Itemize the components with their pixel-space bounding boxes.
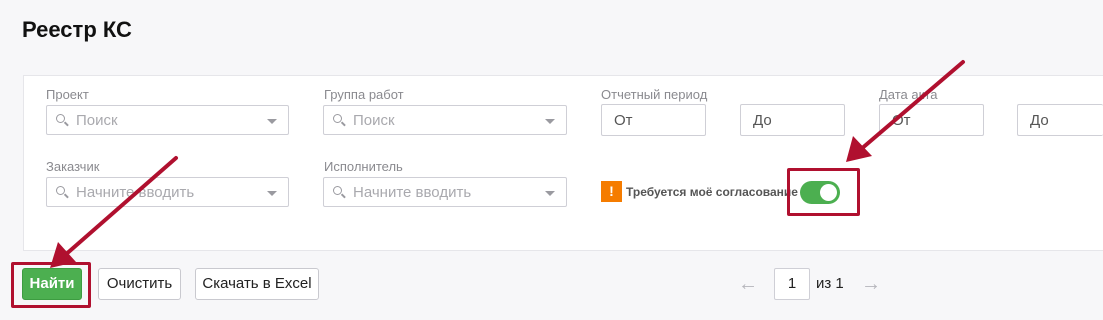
chevron-down-icon — [545, 119, 555, 124]
approval-toggle-label: Требуется моё согласование — [626, 185, 798, 199]
chevron-down-icon — [267, 119, 277, 124]
act-date-to-placeholder: До — [1030, 112, 1049, 129]
customer-select[interactable]: Начните вводить — [46, 177, 289, 207]
report-period-to-placeholder: До — [753, 112, 772, 129]
search-icon — [56, 114, 65, 123]
chevron-down-icon — [545, 191, 555, 196]
act-date-from-placeholder: От — [892, 112, 911, 129]
work-group-label: Группа работ — [324, 87, 404, 102]
report-period-to-input[interactable]: До — [740, 104, 845, 136]
project-placeholder: Поиск — [76, 112, 118, 129]
next-page-arrow-icon[interactable]: → — [861, 273, 881, 296]
toggle-knob — [820, 184, 837, 201]
approval-toggle[interactable] — [800, 181, 840, 204]
contractor-select[interactable]: Начните вводить — [323, 177, 567, 207]
prev-page-arrow-icon[interactable]: ← — [738, 273, 758, 296]
report-period-from-input[interactable]: От — [601, 104, 706, 136]
customer-label: Заказчик — [46, 159, 100, 174]
contractor-label: Исполнитель — [324, 159, 403, 174]
search-icon — [333, 186, 342, 195]
act-date-label: Дата акта — [879, 87, 938, 102]
find-button[interactable]: Найти — [22, 268, 82, 300]
work-group-placeholder: Поиск — [353, 112, 395, 129]
search-icon — [56, 186, 65, 195]
act-date-to-input[interactable]: До — [1017, 104, 1103, 136]
project-select[interactable]: Поиск — [46, 105, 289, 135]
export-excel-button[interactable]: Скачать в Excel — [195, 268, 319, 300]
work-group-select[interactable]: Поиск — [323, 105, 567, 135]
chevron-down-icon — [267, 191, 277, 196]
customer-placeholder: Начните вводить — [76, 184, 195, 201]
report-period-label: Отчетный период — [601, 87, 708, 102]
project-label: Проект — [46, 87, 89, 102]
filter-panel — [23, 75, 1103, 251]
page-number-input[interactable]: 1 — [774, 268, 810, 300]
clear-button[interactable]: Очистить — [98, 268, 181, 300]
page-title: Реестр КС — [22, 17, 132, 42]
search-icon — [333, 114, 342, 123]
contractor-placeholder: Начните вводить — [353, 184, 472, 201]
report-period-from-placeholder: От — [614, 112, 633, 129]
page-total: из 1 — [816, 275, 844, 292]
warning-icon: ! — [601, 181, 622, 202]
act-date-from-input[interactable]: От — [879, 104, 984, 136]
